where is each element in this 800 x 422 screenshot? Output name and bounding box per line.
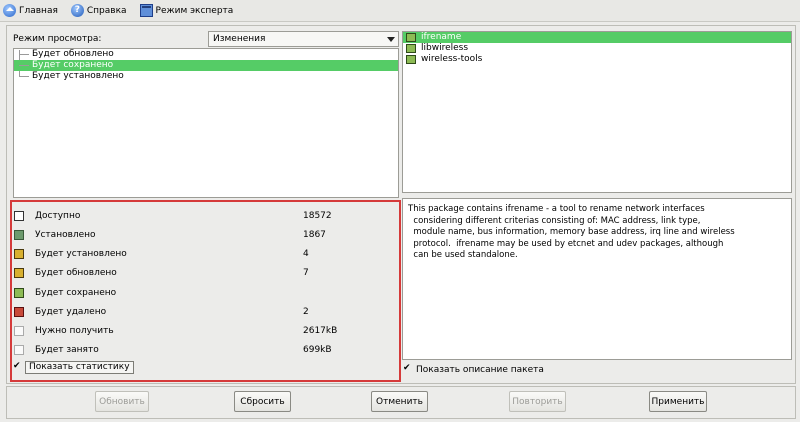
show-description-label[interactable]: Показать описание пакета bbox=[416, 365, 544, 375]
package-name: wireless-tools bbox=[421, 54, 483, 64]
stat-value: 1867 bbox=[303, 230, 326, 240]
statistics-panel: Доступно 18572 Установлено 1867 Будет ус… bbox=[10, 200, 401, 382]
stat-label: Будет занято bbox=[35, 345, 99, 355]
view-mode-label: Режим просмотра: bbox=[13, 34, 102, 44]
menu-help-label: Справка bbox=[86, 5, 127, 16]
to-install-icon bbox=[14, 249, 24, 259]
download-size-icon bbox=[14, 326, 24, 336]
stat-value: 7 bbox=[303, 268, 309, 278]
package-icon bbox=[406, 33, 416, 42]
package-description: This package contains ifrename - a tool … bbox=[402, 198, 792, 360]
tree-item-kept[interactable]: Будет сохранено bbox=[14, 60, 398, 71]
show-description-toggle[interactable]: Показать описание пакета bbox=[403, 363, 544, 375]
menu-expert-mode[interactable]: Режим эксперта bbox=[139, 4, 234, 17]
menubar: Главная ? Справка Режим эксперта bbox=[0, 0, 800, 22]
tree-item-updated[interactable]: Будет обновлено bbox=[14, 49, 398, 60]
package-list[interactable]: ifrename libwireless wireless-tools bbox=[402, 31, 792, 193]
package-item[interactable]: libwireless bbox=[403, 43, 791, 54]
stat-row-disk-usage: Будет занято 699kB bbox=[12, 343, 399, 357]
available-icon bbox=[14, 211, 24, 221]
package-item[interactable]: ifrename bbox=[403, 32, 791, 43]
stat-label: Будет обновлено bbox=[35, 268, 117, 278]
stat-label: Доступно bbox=[35, 211, 81, 221]
stat-row-to-install: Будет установлено 4 bbox=[12, 247, 399, 261]
to-remove-icon bbox=[14, 307, 24, 317]
cancel-button[interactable]: Отменить bbox=[371, 391, 428, 412]
stat-row-download-size: Нужно получить 2617kB bbox=[12, 324, 399, 338]
menu-help[interactable]: ? Справка bbox=[70, 4, 127, 17]
checkbox-checked-icon[interactable] bbox=[403, 363, 412, 374]
tree-item-label: Будет установлено bbox=[32, 71, 124, 81]
category-tree[interactable]: Будет обновлено Будет сохранено Будет ус… bbox=[13, 48, 399, 198]
stat-value: 18572 bbox=[303, 211, 332, 221]
stat-row-available: Доступно 18572 bbox=[12, 209, 399, 223]
installed-icon bbox=[14, 230, 24, 240]
menu-home[interactable]: Главная bbox=[3, 4, 58, 17]
stat-value: 2 bbox=[303, 307, 309, 317]
tree-item-installed[interactable]: Будет установлено bbox=[14, 71, 398, 82]
show-statistics-label[interactable]: Показать статистику bbox=[25, 361, 134, 374]
view-mode-value: Изменения bbox=[213, 34, 266, 44]
reset-button[interactable]: Сбросить bbox=[234, 391, 291, 412]
to-keep-icon bbox=[14, 288, 24, 298]
home-icon bbox=[3, 4, 16, 17]
package-icon bbox=[406, 55, 416, 64]
show-statistics-toggle[interactable]: Показать статистику bbox=[13, 361, 134, 374]
tree-item-label: Будет обновлено bbox=[32, 49, 114, 59]
stat-row-to-remove: Будет удалено 2 bbox=[12, 305, 399, 319]
update-button[interactable]: Обновить bbox=[95, 391, 149, 412]
expert-mode-icon bbox=[139, 4, 153, 17]
stat-value: 699kB bbox=[303, 345, 332, 355]
stat-row-installed: Установлено 1867 bbox=[12, 228, 399, 242]
stat-label: Будет сохранено bbox=[35, 288, 117, 298]
package-name: ifrename bbox=[421, 32, 462, 42]
tree-branch-line bbox=[19, 65, 29, 66]
disk-usage-icon bbox=[14, 345, 24, 355]
stat-value: 2617kB bbox=[303, 326, 338, 336]
checkbox-checked-icon[interactable] bbox=[13, 361, 22, 372]
repeat-button[interactable]: Повторить bbox=[509, 391, 566, 412]
menu-home-label: Главная bbox=[19, 5, 58, 16]
stat-label: Будет установлено bbox=[35, 249, 127, 259]
tree-branch-line bbox=[19, 76, 29, 77]
help-icon: ? bbox=[70, 4, 84, 17]
tree-item-label: Будет сохранено bbox=[32, 60, 114, 70]
stat-row-to-keep: Будет сохранено bbox=[12, 286, 399, 300]
stat-value: 4 bbox=[303, 249, 309, 259]
menu-expert-mode-label: Режим эксперта bbox=[155, 5, 234, 16]
tree-branch-line bbox=[19, 54, 29, 55]
package-item[interactable]: wireless-tools bbox=[403, 54, 791, 65]
stat-label: Будет удалено bbox=[35, 307, 107, 317]
stat-row-to-update: Будет обновлено 7 bbox=[12, 266, 399, 280]
stat-label: Установлено bbox=[35, 230, 96, 240]
package-name: libwireless bbox=[421, 43, 469, 53]
chevron-down-icon bbox=[387, 37, 395, 42]
apply-button[interactable]: Применить bbox=[649, 391, 707, 412]
view-mode-select[interactable]: Изменения bbox=[208, 31, 399, 47]
stat-label: Нужно получить bbox=[35, 326, 114, 336]
to-update-icon bbox=[14, 268, 24, 278]
package-icon bbox=[406, 44, 416, 53]
